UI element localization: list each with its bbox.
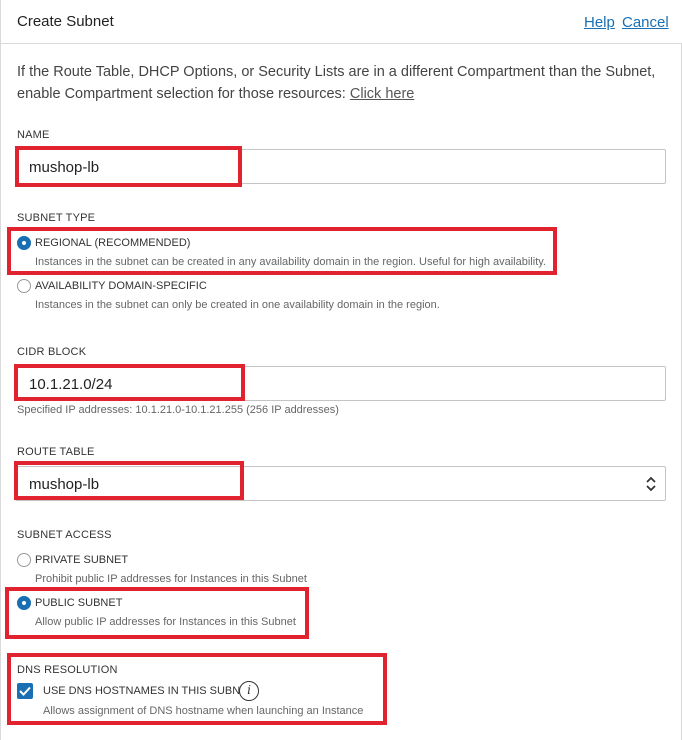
subnet-type-label: SUBNET TYPE [17,212,96,224]
cidr-label: CIDR BLOCK [17,346,87,358]
radio-regional-label: REGIONAL (RECOMMENDED) [35,237,191,249]
radio-private-description: Prohibit public IP addresses for Instanc… [35,573,307,585]
radio-regional-description: Instances in the subnet can be created i… [35,256,546,268]
name-input[interactable]: mushop-lb [15,149,666,184]
radio-ad-specific-description: Instances in the subnet can only be crea… [35,299,440,311]
subnet-access-label: SUBNET ACCESS [17,529,112,541]
dns-hostnames-label: USE DNS HOSTNAMES IN THIS SUBNET [43,685,255,697]
radio-ad-specific-control[interactable] [17,279,31,293]
name-label: NAME [17,129,50,141]
select-arrows-icon [646,476,656,492]
name-value: mushop-lb [29,159,100,176]
dns-label: DNS RESOLUTION [17,664,118,676]
radio-ad-specific-label: AVAILABILITY DOMAIN-SPECIFIC [35,280,207,292]
cidr-value: 10.1.21.0/24 [29,376,113,393]
radio-public-label: PUBLIC SUBNET [35,597,123,609]
panel-title: Create Subnet [17,13,114,30]
info-icon[interactable]: i [239,681,259,701]
radio-private-label: PRIVATE SUBNET [35,554,129,566]
radio-private-control[interactable] [17,553,31,567]
cancel-link[interactable]: Cancel [622,14,669,31]
radio-regional-control[interactable] [17,236,31,250]
create-subnet-panel: Create Subnet Help Cancel If the Route T… [0,0,682,740]
help-link[interactable]: Help [584,14,615,31]
checkmark-icon [19,686,31,696]
cidr-input[interactable]: 10.1.21.0/24 [15,366,666,401]
click-here-link[interactable]: Click here [350,86,414,102]
panel-header: Create Subnet Help Cancel [1,0,682,44]
radio-public-control[interactable] [17,596,31,610]
dns-hostnames-description: Allows assignment of DNS hostname when l… [43,705,364,717]
compartment-intro: If the Route Table, DHCP Options, or Sec… [17,61,667,105]
route-table-select[interactable]: mushop-lb [15,466,666,501]
dns-hostnames-checkbox[interactable] [17,683,33,699]
highlight-public-subnet [5,587,309,639]
intro-text: If the Route Table, DHCP Options, or Sec… [17,64,656,102]
radio-public-description: Allow public IP addresses for Instances … [35,616,296,628]
route-table-label: ROUTE TABLE [17,446,95,458]
route-table-value: mushop-lb [29,476,100,493]
cidr-help: Specified IP addresses: 10.1.21.0-10.1.2… [17,404,339,416]
